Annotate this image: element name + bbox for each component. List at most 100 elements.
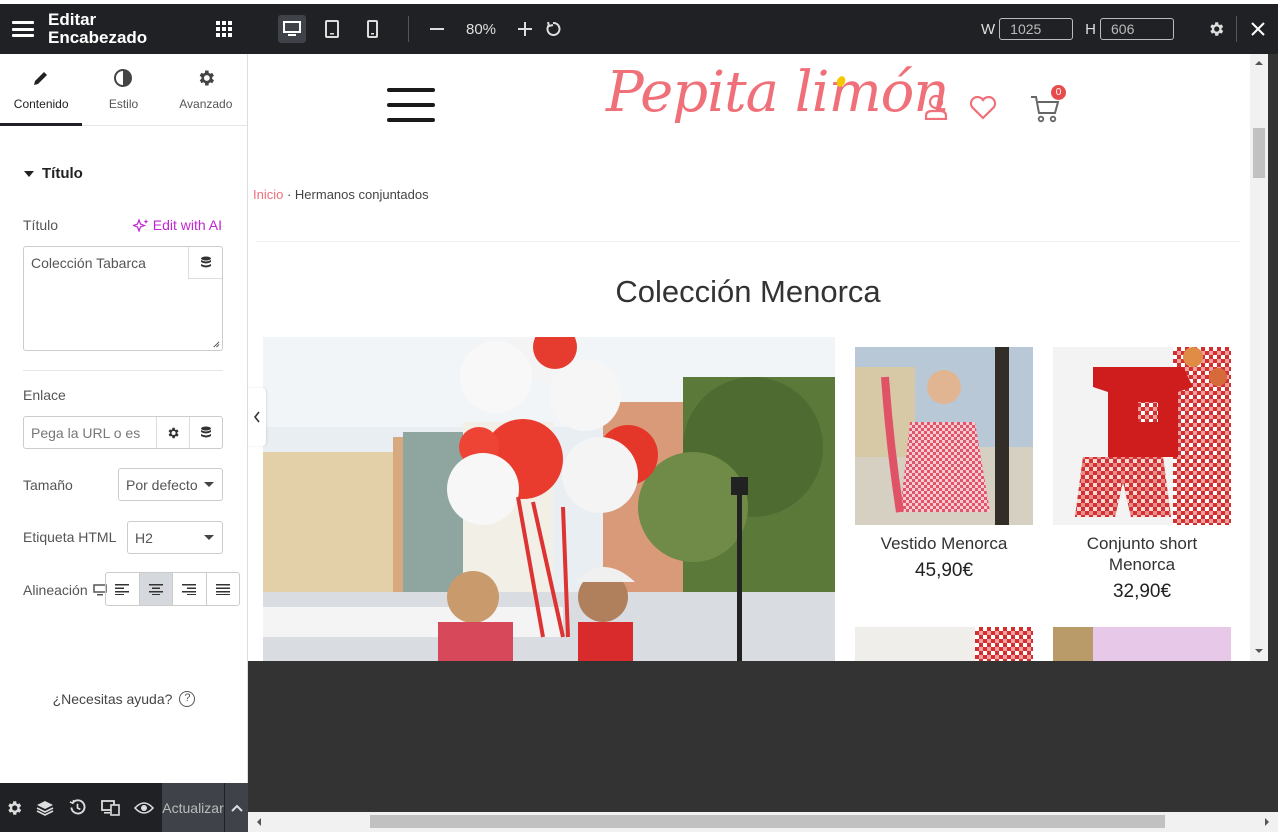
breadcrumb-home-link[interactable]: Inicio <box>253 187 283 202</box>
scroll-up-icon[interactable] <box>1255 60 1263 66</box>
apps-grid-icon[interactable] <box>216 21 232 37</box>
section-title-toggle[interactable]: Título <box>24 165 83 182</box>
mobile-view-button[interactable] <box>358 15 386 43</box>
product-name[interactable]: Vestido Menorca <box>855 533 1033 554</box>
scroll-left-icon[interactable] <box>256 818 262 826</box>
minus-icon <box>430 28 444 30</box>
collapse-panel-button[interactable] <box>248 388 266 446</box>
product-price: 45,90€ <box>914 560 974 581</box>
html-tag-select[interactable]: H2 <box>127 521 223 554</box>
sparkle-icon <box>132 218 149 232</box>
update-button[interactable]: Actualizar <box>162 783 224 832</box>
tab-content[interactable]: Contenido <box>0 54 83 126</box>
title-textarea[interactable]: Colección Tabarca <box>23 246 223 351</box>
collection-heading[interactable]: Colección Menorca <box>248 274 1248 310</box>
scroll-right-icon[interactable] <box>1264 818 1270 826</box>
desktop-view-button[interactable] <box>278 15 306 43</box>
product-image[interactable] <box>1053 347 1231 525</box>
product-photo <box>855 627 1033 661</box>
scrollbar-thumb[interactable] <box>370 815 1165 828</box>
heart-icon[interactable] <box>969 96 997 120</box>
reset-zoom-button[interactable] <box>539 15 567 43</box>
horizontal-scrollbar[interactable] <box>248 812 1278 832</box>
link-url-input[interactable]: Pega la URL o es <box>23 416 223 449</box>
align-left-button[interactable] <box>106 573 140 605</box>
size-select[interactable]: Por defecto <box>118 468 223 501</box>
product-image[interactable] <box>855 347 1033 525</box>
tab-content-label: Contenido <box>13 97 69 111</box>
scrollbar-thumb[interactable] <box>1253 128 1265 178</box>
header-divider <box>256 241 1240 242</box>
close-preview-button[interactable] <box>1244 15 1272 43</box>
product-card[interactable]: Vestido Menorca 45,90€ <box>855 347 1033 582</box>
dynamic-tags-button[interactable] <box>188 247 222 279</box>
eye-icon <box>133 801 154 814</box>
product-photo <box>1053 627 1231 661</box>
half-circle-icon <box>113 68 133 88</box>
chevron-up-icon <box>230 804 243 812</box>
link-url-placeholder: Pega la URL o es <box>31 424 141 441</box>
gear-icon <box>196 68 216 88</box>
alignment-field-label: Alineación <box>23 582 88 598</box>
save-options-button[interactable] <box>224 783 248 832</box>
database-icon <box>200 256 211 267</box>
panel-header: Editar Encabezado <box>0 4 248 54</box>
gear-icon <box>8 800 22 815</box>
resize-handle-icon[interactable] <box>212 340 220 348</box>
product-image[interactable] <box>1053 627 1231 661</box>
vertical-scrollbar[interactable] <box>1250 54 1268 661</box>
preview-changes-button[interactable] <box>127 801 160 815</box>
tab-advanced[interactable]: Avanzado <box>165 54 247 125</box>
preview-settings-button[interactable] <box>1202 15 1230 43</box>
responsive-icon <box>101 799 120 816</box>
title-field-label: Título <box>23 217 59 233</box>
align-right-icon <box>182 584 197 595</box>
title-textarea-value: Colección Tabarca <box>31 255 146 271</box>
zoom-out-button[interactable] <box>423 15 451 43</box>
site-logo[interactable]: Pepita limón <box>606 60 949 125</box>
mobile-icon <box>366 20 378 38</box>
product-image[interactable] <box>855 627 1033 661</box>
panel-footer: Actualizar <box>0 783 248 832</box>
help-text: ¿Necesitas ayuda? <box>52 691 173 707</box>
user-icon[interactable] <box>924 94 948 120</box>
product-card[interactable]: Conjunto short Menorca 32,90€ <box>1053 347 1231 603</box>
height-label: H <box>1085 20 1096 38</box>
responsive-mode-button[interactable] <box>94 799 127 816</box>
gear-icon <box>168 427 179 438</box>
tab-style[interactable]: Estilo <box>82 54 164 125</box>
edit-with-ai-button[interactable]: Edit with AI <box>132 217 222 233</box>
section-title: Título <box>42 165 83 182</box>
question-icon: ? <box>179 691 196 707</box>
align-justify-button[interactable] <box>207 573 240 605</box>
pencil-icon <box>32 68 50 88</box>
html-tag-field-label: Etiqueta HTML <box>23 529 117 545</box>
align-justify-icon <box>215 584 230 595</box>
align-center-button[interactable] <box>139 573 173 605</box>
zoom-in-button[interactable] <box>511 15 539 43</box>
alignment-control <box>105 572 240 606</box>
reset-icon <box>546 21 561 36</box>
width-input[interactable]: 1025 <box>999 18 1074 40</box>
scroll-down-icon[interactable] <box>1255 648 1263 654</box>
caret-down-icon <box>24 170 34 177</box>
link-dynamic-tags-button[interactable] <box>189 417 222 448</box>
history-icon <box>69 799 86 815</box>
site-menu-icon[interactable] <box>387 88 435 122</box>
link-options-button[interactable] <box>156 417 189 448</box>
tab-advanced-label: Avanzado <box>179 97 233 111</box>
tablet-view-button[interactable] <box>318 15 346 43</box>
align-right-button[interactable] <box>173 573 207 605</box>
product-photo <box>1053 347 1231 525</box>
menu-icon[interactable] <box>12 21 34 37</box>
align-center-icon <box>148 584 163 595</box>
history-button[interactable] <box>61 799 94 816</box>
chevron-down-icon <box>204 535 214 540</box>
height-input[interactable]: 606 <box>1100 18 1174 40</box>
size-select-value: Por defecto <box>126 476 198 493</box>
settings-button[interactable] <box>0 799 28 817</box>
product-name[interactable]: Conjunto short Menorca <box>1053 533 1231 575</box>
responsive-toolbar: 80% W 1025 H 606 <box>248 4 1278 54</box>
help-link[interactable]: ¿Necesitas ayuda? ? <box>0 691 248 707</box>
navigator-button[interactable] <box>28 799 61 817</box>
